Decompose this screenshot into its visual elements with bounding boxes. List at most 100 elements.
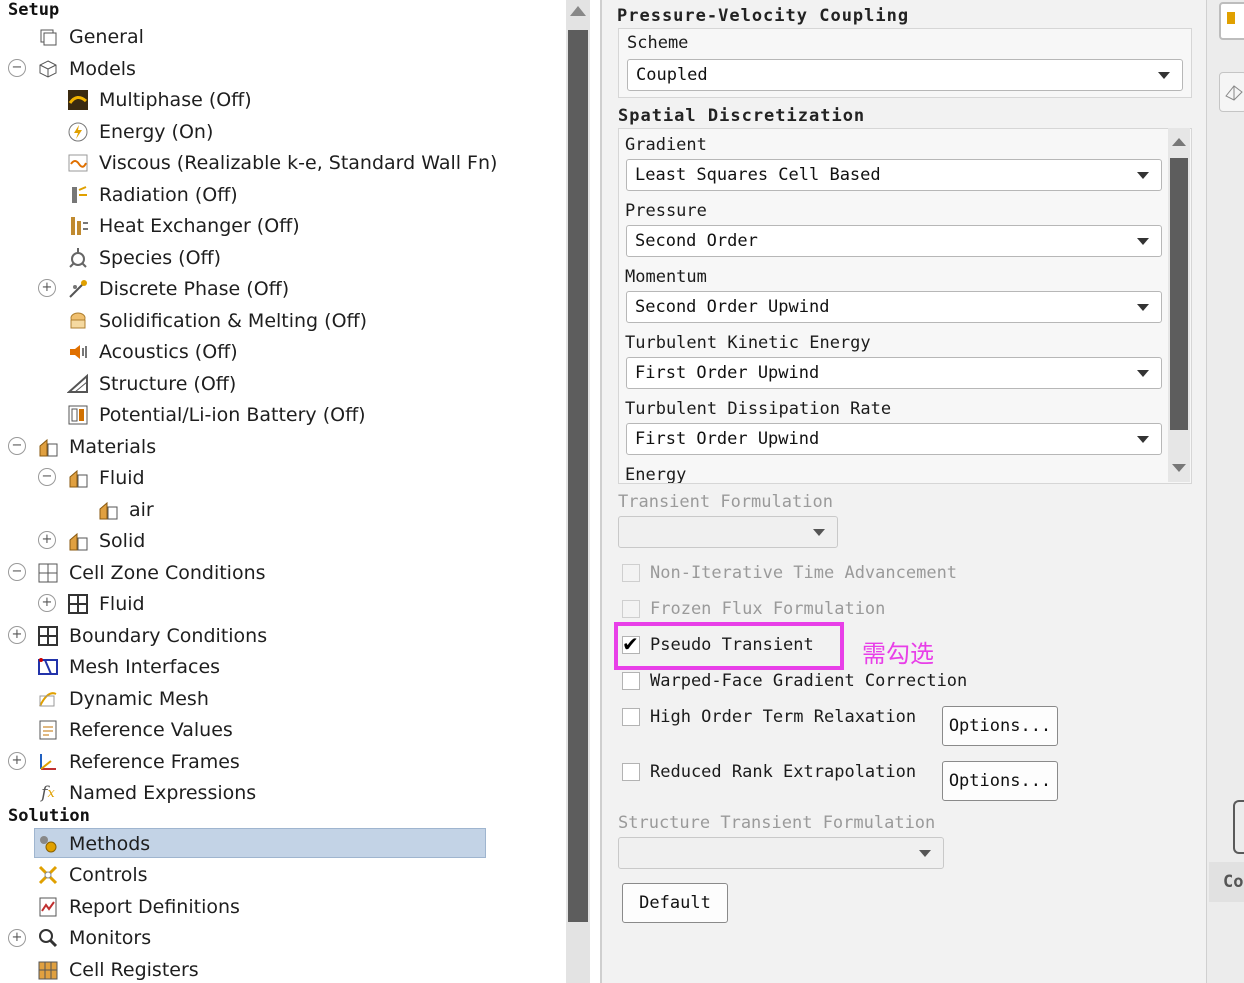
reduced-rank-checkbox[interactable]: [622, 763, 640, 781]
heat-exchanger-icon: [66, 214, 90, 238]
pressure-dropdown[interactable]: Second Order: [626, 225, 1162, 257]
spatial-discretization-group: Gradient Least Squares Cell Based Pressu…: [618, 128, 1192, 484]
tree-item-label: Energy (On): [99, 121, 214, 143]
expand-monitors-toggle[interactable]: +: [8, 929, 26, 947]
tke-value: First Order Upwind: [635, 363, 820, 383]
scrollbar-thumb[interactable]: [568, 30, 588, 922]
expand-solid-materials-toggle[interactable]: +: [38, 531, 56, 549]
expand-boundary-toggle[interactable]: +: [8, 626, 26, 644]
tree-item-radiation[interactable]: Radiation (Off): [66, 181, 238, 209]
tree-item-label: Multiphase (Off): [99, 89, 252, 111]
outline-tree: Setup General − Models Multiphase (Off) …: [0, 0, 566, 983]
discretization-scrollbar[interactable]: [1168, 128, 1190, 482]
tree-item-viscous[interactable]: Viscous (Realizable k-e, Standard Wall F…: [66, 149, 497, 177]
tree-item-named-expressions[interactable]: fx Named Expressions: [36, 779, 256, 807]
collapse-materials-toggle[interactable]: −: [8, 437, 26, 455]
pressure-label: Pressure: [625, 201, 707, 221]
gradient-label: Gradient: [625, 135, 707, 155]
tree-item-materials[interactable]: Materials: [36, 433, 156, 461]
tree-item-solidification-melting[interactable]: Solidification & Melting (Off): [66, 307, 367, 335]
annotation-highlight-box: [614, 622, 844, 670]
tree-item-reference-values[interactable]: Reference Values: [36, 716, 233, 744]
frozen-flux-label: Frozen Flux Formulation: [650, 599, 886, 619]
tree-item-species[interactable]: Species (Off): [66, 244, 221, 272]
collapse-cell-zone-toggle[interactable]: −: [8, 563, 26, 581]
gradient-dropdown[interactable]: Least Squares Cell Based: [626, 159, 1162, 191]
frozen-flux-checkbox[interactable]: [622, 600, 640, 618]
non-iterative-checkbox[interactable]: [622, 564, 640, 582]
expand-fluid-zone-toggle[interactable]: +: [38, 594, 56, 612]
tree-item-energy[interactable]: Energy (On): [66, 118, 213, 146]
collapse-fluid-materials-toggle[interactable]: −: [38, 468, 56, 486]
scrollbar-thumb[interactable]: [1170, 158, 1188, 430]
scroll-up-arrow-icon[interactable]: [570, 6, 586, 16]
toolbar-button[interactable]: [1219, 72, 1244, 112]
tree-item-fluid-zone[interactable]: Fluid: [66, 590, 145, 618]
default-button[interactable]: Default: [622, 883, 728, 923]
momentum-dropdown[interactable]: Second Order Upwind: [626, 291, 1162, 323]
solidification-icon: [66, 309, 90, 333]
warped-face-checkbox[interactable]: [622, 672, 640, 690]
structure-icon: [66, 372, 90, 396]
tree-item-controls[interactable]: Controls: [36, 861, 148, 889]
tree-item-label: Reference Frames: [69, 751, 240, 773]
tree-item-air[interactable]: air: [96, 496, 154, 524]
high-order-options-button[interactable]: Options...: [942, 706, 1058, 746]
magnifier-icon: [36, 926, 60, 950]
expand-reference-frames-toggle[interactable]: +: [8, 752, 26, 770]
tree-item-fluid-materials[interactable]: Fluid: [66, 464, 145, 492]
tree-item-models[interactable]: Models: [36, 55, 136, 83]
boundary-icon: [36, 624, 60, 648]
tree-item-monitors[interactable]: Monitors: [36, 924, 151, 952]
tree-scrollbar[interactable]: [566, 0, 590, 983]
tree-item-label: Methods: [69, 833, 151, 855]
tree-item-cell-registers[interactable]: Cell Registers: [36, 956, 199, 983]
scheme-value: Coupled: [636, 65, 708, 85]
expand-discrete-phase-toggle[interactable]: +: [38, 279, 56, 297]
tree-item-solid-materials[interactable]: Solid: [66, 527, 145, 555]
tree-item-structure[interactable]: Structure (Off): [66, 370, 236, 398]
tree-item-general[interactable]: General: [36, 23, 144, 51]
tree-item-cell-zone-conditions[interactable]: Cell Zone Conditions: [36, 559, 266, 587]
high-order-relaxation-checkbox[interactable]: [622, 708, 640, 726]
tree-item-dynamic-mesh[interactable]: Dynamic Mesh: [36, 685, 209, 713]
tree-item-label: Mesh Interfaces: [69, 656, 221, 678]
tree-item-acoustics[interactable]: Acoustics (Off): [66, 338, 238, 366]
scheme-dropdown[interactable]: Coupled: [627, 59, 1183, 91]
tke-dropdown[interactable]: First Order Upwind: [626, 357, 1162, 389]
tree-item-discrete-phase[interactable]: Discrete Phase (Off): [66, 275, 289, 303]
tree-item-methods[interactable]: Methods: [36, 830, 150, 858]
tree-item-label: Discrete Phase (Off): [99, 278, 290, 300]
tree-item-multiphase[interactable]: Multiphase (Off): [66, 86, 252, 114]
reduced-rank-options-button[interactable]: Options...: [942, 761, 1058, 801]
console-tab[interactable]: Co: [1209, 862, 1244, 902]
tree-item-label: Heat Exchanger (Off): [99, 215, 300, 237]
high-order-relaxation-label: High Order Term Relaxation: [650, 707, 917, 727]
tree-item-battery[interactable]: Potential/Li-ion Battery (Off): [66, 401, 366, 429]
tree-item-label: Controls: [69, 864, 148, 886]
multiphase-icon: [66, 88, 90, 112]
structure-transient-dropdown[interactable]: [618, 837, 944, 869]
tree-item-heat-exchanger[interactable]: Heat Exchanger (Off): [66, 212, 300, 240]
tree-item-label: air: [129, 499, 154, 521]
tree-item-reference-frames[interactable]: Reference Frames: [36, 748, 240, 776]
tree-item-mesh-interfaces[interactable]: Mesh Interfaces: [36, 653, 220, 681]
structure-transient-label: Structure Transient Formulation: [618, 813, 936, 833]
mesh-display-icon: [1225, 85, 1243, 101]
chevron-down-icon: [919, 850, 931, 857]
fluid-material-icon: [66, 466, 90, 490]
tdr-dropdown[interactable]: First Order Upwind: [626, 423, 1162, 455]
controls-icon: [36, 863, 60, 887]
transient-formulation-dropdown[interactable]: [618, 516, 838, 548]
tree-item-report-definitions[interactable]: Report Definitions: [36, 893, 240, 921]
tree-item-boundary-conditions[interactable]: Boundary Conditions: [36, 622, 267, 650]
collapse-models-toggle[interactable]: −: [8, 59, 26, 77]
toolbar-button[interactable]: [1219, 2, 1244, 40]
spatial-discretization-heading: Spatial Discretization: [618, 106, 866, 126]
battery-icon: [66, 403, 90, 427]
scroll-up-arrow-icon[interactable]: [1172, 138, 1186, 146]
tree-item-label: Species (Off): [99, 247, 222, 269]
gradient-value: Least Squares Cell Based: [635, 165, 881, 185]
scroll-down-arrow-icon[interactable]: [1172, 464, 1186, 472]
viscous-icon: [66, 151, 90, 175]
